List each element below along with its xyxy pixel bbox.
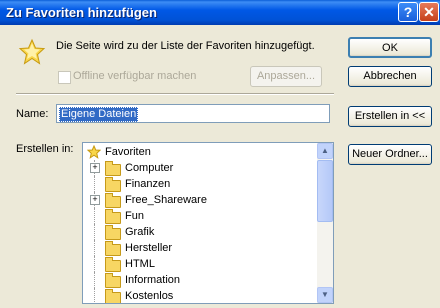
tree-item-label: Computer — [125, 162, 174, 174]
separator — [16, 93, 334, 95]
tree-item-label: Grafik — [125, 226, 155, 238]
folder-tree[interactable]: Favoriten + Computer Finanzen + Free_Sharewa… — [82, 142, 334, 304]
tree-item[interactable]: Grafik — [83, 224, 313, 240]
tree-connector — [94, 224, 95, 240]
name-input-value: Eigene Dateien — [59, 107, 139, 122]
scroll-thumb[interactable] — [317, 160, 333, 222]
folder-icon — [105, 225, 121, 240]
info-message: Die Seite wird zu der Liste der Favorite… — [56, 40, 315, 52]
tree-item-label: Information — [125, 274, 181, 286]
star-icon — [18, 38, 46, 65]
tree-item[interactable]: Fun — [83, 208, 313, 224]
folder-icon — [105, 273, 121, 288]
offline-label: Offline verfügbar machen — [73, 70, 197, 82]
folder-icon — [105, 241, 121, 256]
expand-toggle[interactable]: + — [90, 163, 100, 173]
tree-item[interactable]: + Free_Shareware — [83, 192, 313, 208]
tree-root-label: Favoriten — [105, 146, 151, 158]
folder-icon — [105, 289, 121, 303]
tree-item-label: Hersteller — [125, 242, 173, 254]
tree-item[interactable]: Kostenlos — [83, 288, 313, 303]
tree-item-label: Free_Shareware — [125, 194, 207, 206]
tree-connector — [94, 288, 95, 303]
scroll-down-button[interactable]: ▼ — [317, 287, 333, 303]
folder-icon — [105, 161, 121, 176]
tree-item-label: Finanzen — [125, 178, 171, 190]
new-folder-button[interactable]: Neuer Ordner... — [348, 144, 432, 165]
ok-button[interactable]: OK — [348, 37, 432, 58]
folder-icon — [105, 209, 121, 224]
create-in-button[interactable]: Erstellen in << — [348, 106, 432, 127]
folder-icon — [105, 177, 121, 192]
tree-item-label: Fun — [125, 210, 144, 222]
tree-scrollbar[interactable]: ▲ ▼ — [317, 143, 333, 303]
folder-icon — [105, 257, 121, 272]
expand-toggle[interactable]: + — [90, 195, 100, 205]
title-bar[interactable]: Zu Favoriten hinzufügen ? ✕ — [0, 0, 440, 25]
tree-item[interactable]: Hersteller — [83, 240, 313, 256]
name-label: Name: — [16, 108, 49, 120]
tree-connector — [94, 176, 95, 192]
customize-button[interactable]: Anpassen... — [250, 66, 322, 87]
offline-checkbox[interactable] — [58, 71, 71, 84]
add-favorite-dialog: Zu Favoriten hinzufügen ? ✕ Die Seite wi… — [0, 0, 440, 308]
folder-icon — [105, 193, 121, 208]
window-title: Zu Favoriten hinzufügen — [6, 5, 157, 20]
tree-connector — [94, 240, 95, 256]
name-input[interactable]: Eigene Dateien — [56, 104, 330, 123]
tree-connector — [94, 256, 95, 272]
cancel-button[interactable]: Abbrechen — [348, 66, 432, 87]
tree-item-label: HTML — [125, 258, 155, 270]
tree-item[interactable]: HTML — [83, 256, 313, 272]
tree-item[interactable]: + Computer — [83, 160, 313, 176]
scroll-up-button[interactable]: ▲ — [317, 143, 333, 159]
create-in-label: Erstellen in: — [16, 143, 74, 155]
tree-item[interactable]: Finanzen — [83, 176, 313, 192]
tree-connector — [94, 208, 95, 224]
close-button[interactable]: ✕ — [419, 2, 439, 22]
tree-item-label: Kostenlos — [125, 290, 174, 302]
star-icon — [87, 145, 101, 159]
tree-connector — [94, 272, 95, 288]
help-button[interactable]: ? — [398, 2, 418, 22]
tree-item[interactable]: Information — [83, 272, 313, 288]
